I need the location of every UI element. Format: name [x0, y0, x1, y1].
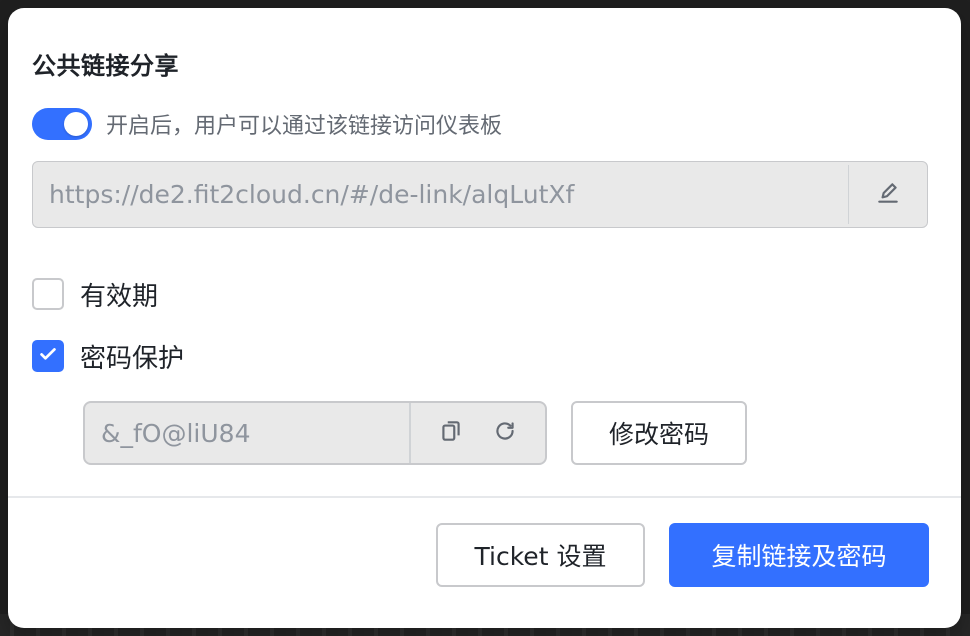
expiry-option[interactable]: 有效期: [32, 276, 158, 312]
password-protect-option[interactable]: 密码保护: [32, 338, 184, 374]
switch-knob: [64, 112, 88, 136]
footer-divider: [8, 496, 961, 498]
public-link-switch[interactable]: [32, 108, 92, 140]
public-link-share-dialog: 公共链接分享 开启后，用户可以通过该链接访问仪表板 https://de2.fi…: [8, 8, 961, 628]
public-link-toggle-label: 开启后，用户可以通过该链接访问仪表板: [106, 114, 503, 139]
expiry-label: 有效期: [80, 281, 159, 312]
copy-link-and-password-button[interactable]: 复制链接及密码: [669, 523, 929, 587]
edit-icon: [875, 180, 901, 210]
password-actions: [411, 403, 545, 463]
public-link-toggle-row: 开启后，用户可以通过该链接访问仪表板: [32, 106, 502, 142]
password-protect-checkbox[interactable]: [32, 340, 64, 372]
share-link-text: https://de2.fit2cloud.cn/#/de-link/alqLu…: [49, 180, 575, 209]
refresh-password-button[interactable]: [492, 418, 518, 448]
refresh-icon: [492, 422, 518, 448]
share-link-field[interactable]: https://de2.fit2cloud.cn/#/de-link/alqLu…: [32, 161, 928, 228]
password-protect-label: 密码保护: [80, 343, 185, 374]
password-field-group: &_fO@liU84: [83, 401, 547, 465]
password-value: &_fO@liU84: [101, 418, 251, 448]
ticket-settings-button[interactable]: Ticket 设置: [436, 523, 645, 587]
check-icon: [37, 343, 59, 369]
edit-link-button[interactable]: [849, 162, 927, 227]
expiry-checkbox[interactable]: [32, 278, 64, 310]
change-password-button[interactable]: 修改密码: [571, 401, 747, 465]
dialog-title: 公共链接分享: [32, 52, 179, 80]
copy-password-button[interactable]: [438, 418, 464, 448]
copy-icon: [438, 421, 464, 448]
